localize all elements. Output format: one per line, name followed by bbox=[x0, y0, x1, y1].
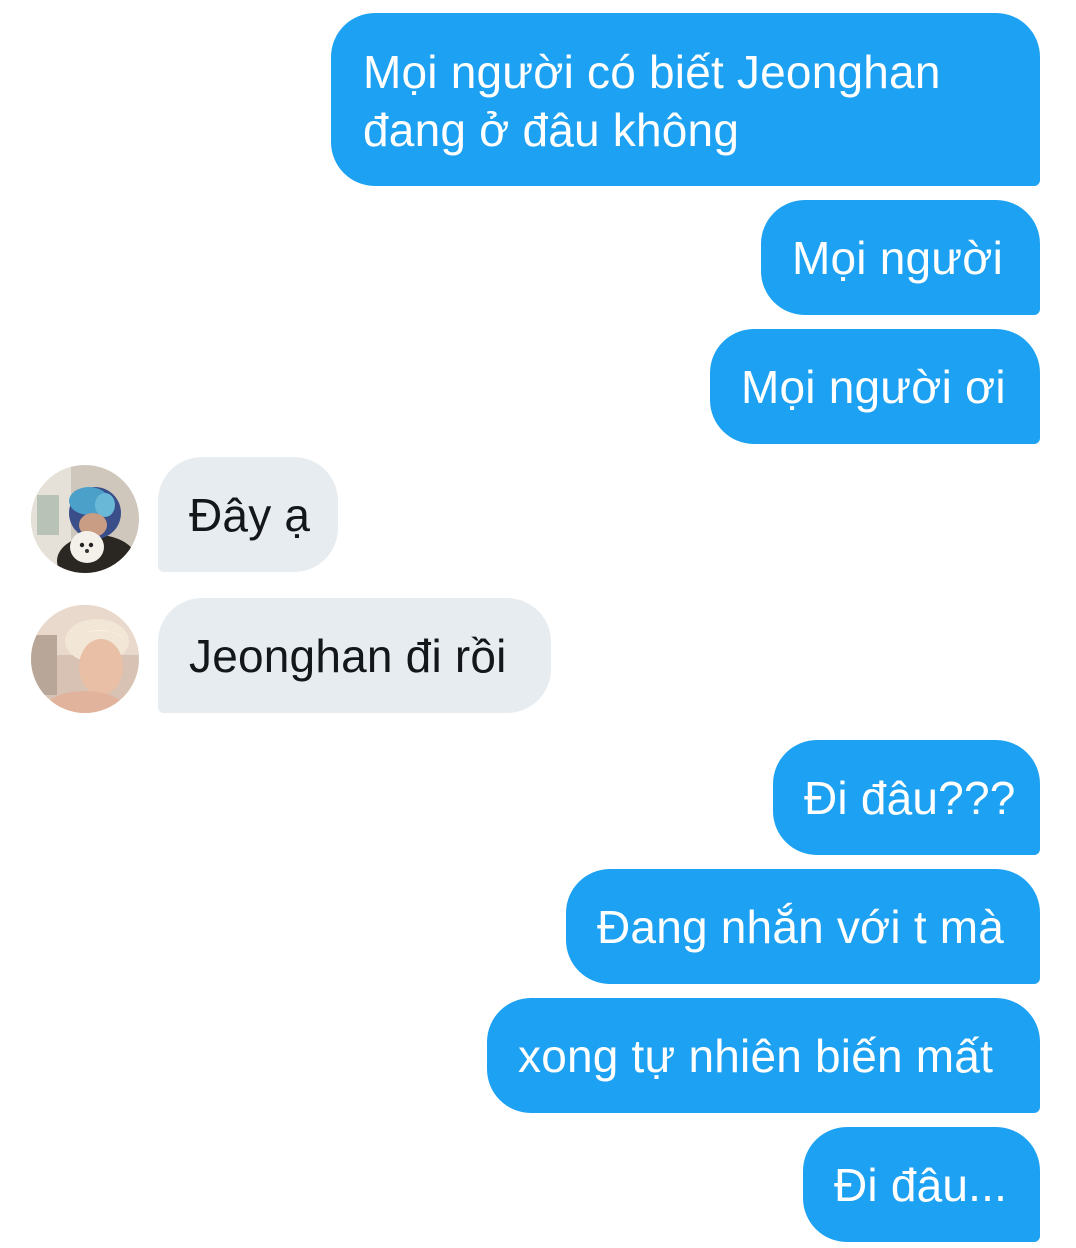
message-incoming[interactable]: Đây ạ bbox=[158, 457, 338, 572]
user-avatar-blue-hair-with-dog-icon bbox=[31, 465, 139, 573]
message-outgoing[interactable]: Mọi người ơi bbox=[710, 329, 1040, 444]
user-avatar[interactable] bbox=[31, 605, 139, 713]
message-outgoing[interactable]: Đi đâu??? bbox=[773, 740, 1040, 855]
message-outgoing[interactable]: xong tự nhiên biến mất bbox=[487, 998, 1040, 1113]
user-avatar-blond-profile-icon bbox=[31, 605, 139, 713]
message-outgoing[interactable]: Đi đâu... bbox=[803, 1127, 1040, 1242]
message-outgoing[interactable]: Mọi người có biết Jeonghan đang ở đâu kh… bbox=[331, 13, 1040, 186]
message-outgoing[interactable]: Mọi người bbox=[761, 200, 1040, 315]
message-incoming[interactable]: Jeonghan đi rồi bbox=[158, 598, 551, 713]
message-outgoing[interactable]: Đang nhắn với t mà bbox=[566, 869, 1040, 984]
user-avatar[interactable] bbox=[31, 465, 139, 573]
